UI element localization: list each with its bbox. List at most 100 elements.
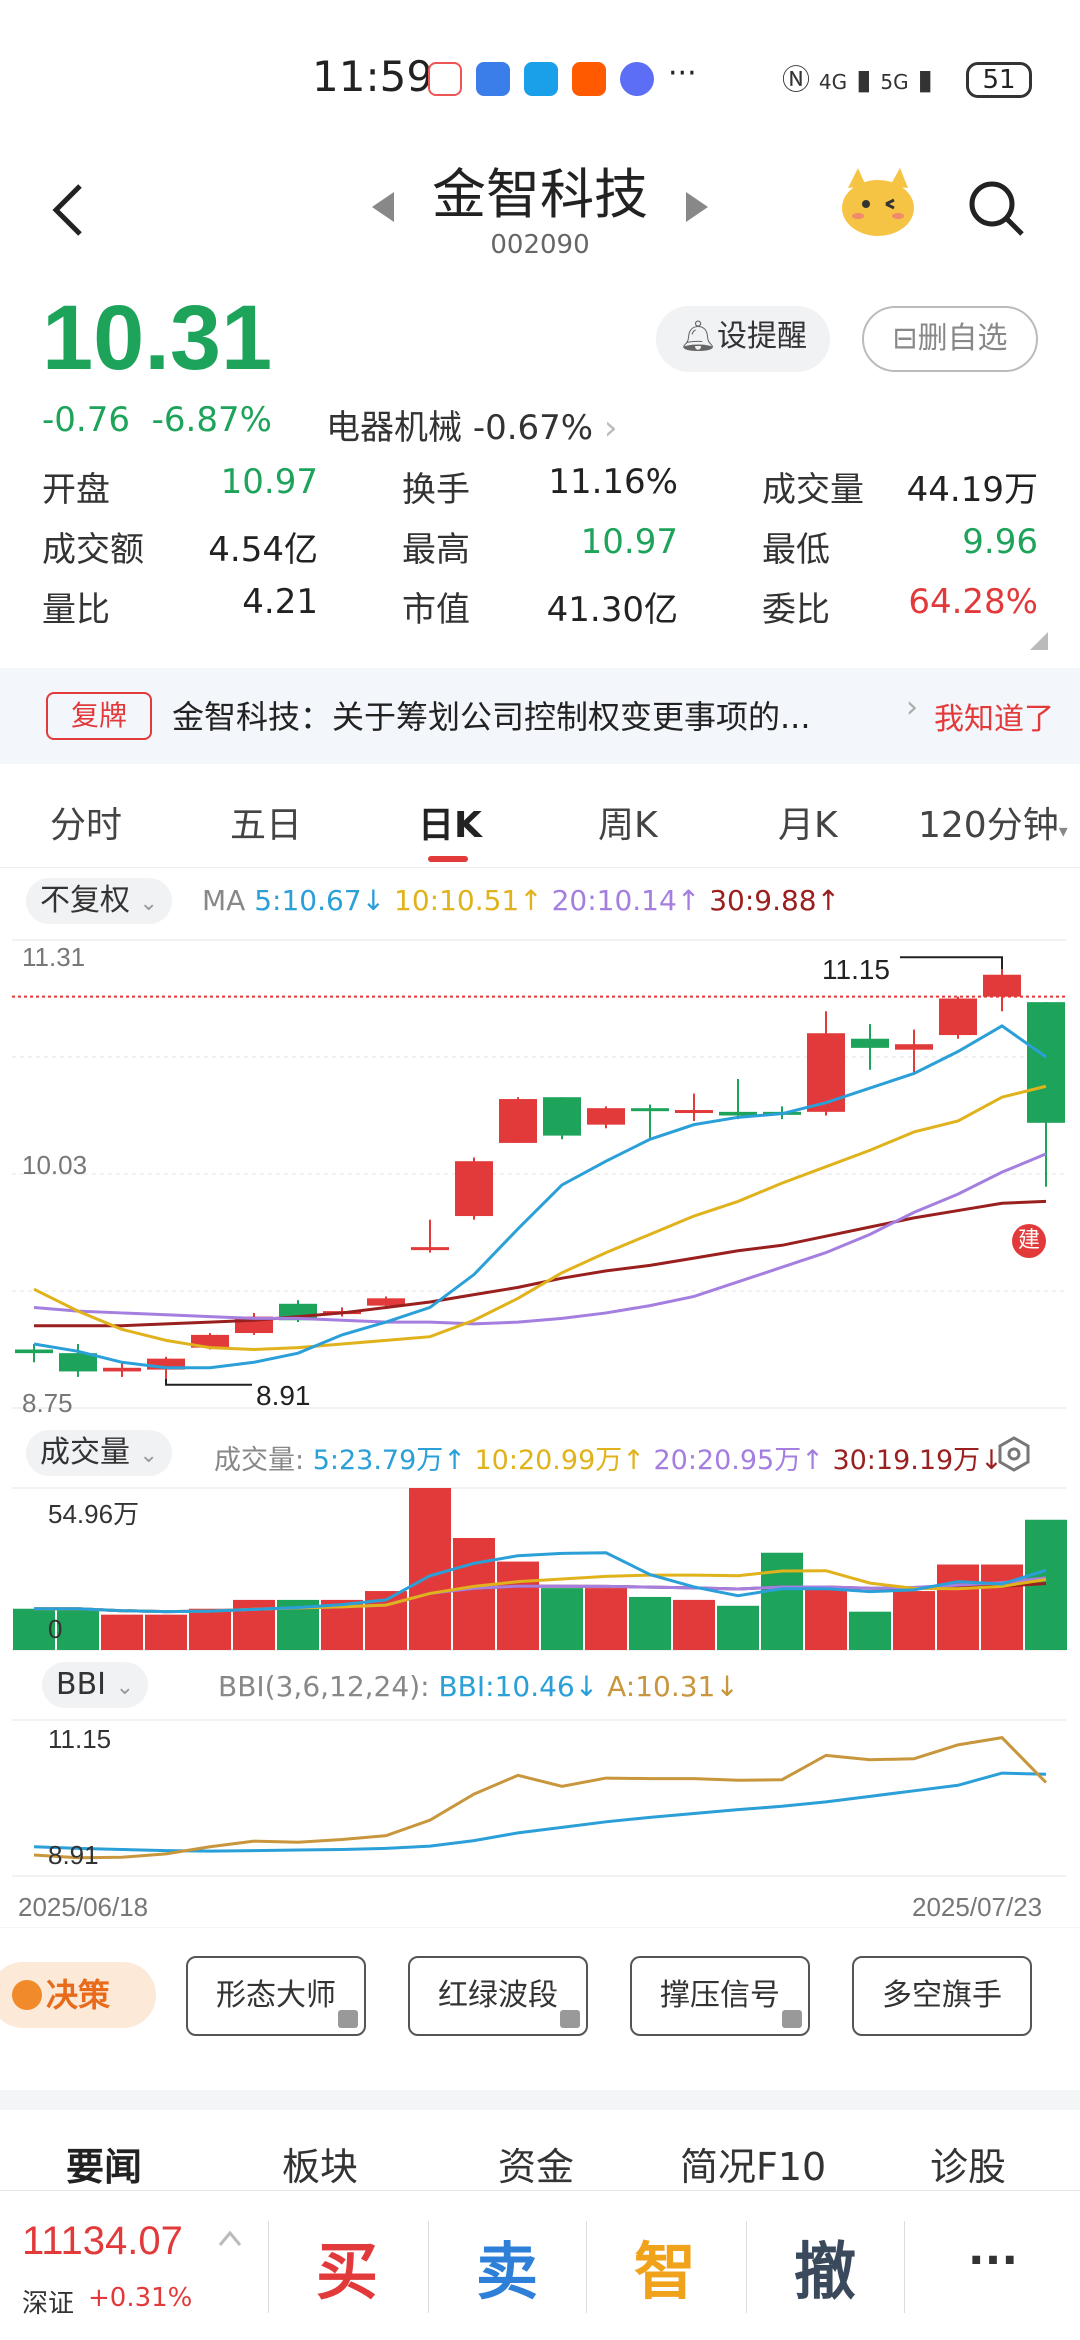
stock-app-icon	[476, 62, 510, 96]
stat-label: 量比	[42, 590, 110, 630]
stat-label: 最高	[402, 530, 470, 570]
tool-label: 形态大师	[216, 1978, 336, 2013]
minus-box-icon: ⊟	[892, 321, 918, 356]
kline-y-bottom: 8.75	[22, 1388, 73, 1418]
remove-watchlist-button[interactable]: ⊟删自选	[862, 306, 1038, 372]
stat-label: 换手	[402, 470, 470, 510]
sell-button[interactable]: 卖	[432, 2221, 582, 2311]
notice-text[interactable]: 金智科技：关于筹划公司控制权变更事项的...	[172, 692, 811, 738]
resume-tag: 复牌	[46, 692, 152, 740]
bbi-dropdown[interactable]: BBI ⌄	[42, 1662, 148, 1708]
mascot-icon[interactable]	[838, 164, 918, 240]
more-button[interactable]: ···	[918, 2235, 1068, 2286]
stat-value: 4.21	[242, 582, 318, 622]
tool-pattern-master[interactable]: 形态大师	[186, 1956, 366, 2036]
volume-bar	[937, 1564, 979, 1650]
huawei-app-icon	[428, 62, 462, 96]
signal-icon: ▮	[917, 63, 933, 96]
volume-bar	[541, 1588, 583, 1650]
stock-header: 金智科技 002090	[0, 150, 1080, 280]
lock-icon	[560, 2010, 580, 2028]
vol-ma5: 5:23.79万↑	[312, 1445, 466, 1476]
volume-bar	[717, 1605, 759, 1650]
decision-button[interactable]: 决策	[0, 1962, 156, 2028]
bbi-label: BBI	[56, 1667, 107, 1702]
stat-label: 委比	[762, 590, 830, 630]
signal-icon: ▮	[856, 63, 872, 96]
expand-corner-icon[interactable]	[1030, 632, 1048, 650]
stat-item: 成交额 4.54亿	[42, 522, 318, 570]
volume-bar	[585, 1588, 627, 1650]
tab-sector[interactable]: 板块	[282, 2136, 358, 2191]
tool-red-green-wave[interactable]: 红绿波段	[408, 1956, 588, 2036]
tool-label: 红绿波段	[438, 1978, 558, 2013]
tab-120min[interactable]: 120分钟▾	[918, 796, 1068, 848]
sector-link[interactable]: 电器机械 -0.67% ›	[326, 400, 618, 449]
tab-intraday[interactable]: 分时	[50, 796, 122, 848]
volume-label: 成交量	[40, 1435, 130, 1470]
kline-chart[interactable]	[0, 868, 1080, 1928]
stat-value: 9.96	[962, 522, 1038, 562]
stat-value: 4.54亿	[208, 530, 318, 570]
tab-monthly-k[interactable]: 月K	[778, 796, 838, 848]
stat-label: 最低	[762, 530, 830, 570]
smart-button[interactable]: 智	[590, 2221, 740, 2311]
sector-name: 电器机械	[326, 408, 462, 448]
divider	[268, 2221, 269, 2313]
chevron-right-icon: ›	[906, 690, 918, 725]
tab-daily-k[interactable]: 日K	[418, 796, 482, 848]
volume-dropdown[interactable]: 成交量 ⌄	[26, 1430, 172, 1476]
tool-long-short-flag[interactable]: 多空旗手	[852, 1956, 1032, 2036]
candle-body	[587, 1108, 625, 1125]
stat-value: 11.16%	[548, 462, 678, 502]
volume-bar	[101, 1614, 143, 1650]
kline-high-mark: 11.15	[822, 954, 890, 985]
chevron-up-icon[interactable]	[218, 2229, 242, 2247]
tab-news[interactable]: 要闻	[66, 2136, 142, 2191]
candle-body	[543, 1097, 581, 1136]
next-stock-icon[interactable]	[684, 190, 710, 224]
bell-icon: 🔔︎	[678, 319, 718, 354]
date-start: 2025/06/18	[18, 1892, 149, 1922]
tab-weekly-k[interactable]: 周K	[598, 796, 658, 848]
tab-five-day[interactable]: 五日	[230, 796, 302, 848]
tab-f10[interactable]: 简况F10	[680, 2136, 826, 2191]
buy-button[interactable]: 买	[272, 2221, 422, 2311]
stat-label: 成交量	[762, 470, 864, 510]
lock-icon	[338, 2010, 358, 2028]
status-bar: 11:59 ··· Ⓝ 4G ▮ 5G ▮ 51	[0, 0, 1080, 150]
index-value[interactable]: 11134.07	[22, 2219, 183, 2264]
cancel-order-button[interactable]: 撤	[750, 2221, 900, 2311]
candle-body	[675, 1110, 713, 1114]
battery-icon: 51	[966, 62, 1032, 98]
search-icon[interactable]	[966, 178, 1026, 238]
acknowledge-button[interactable]: 我知道了	[934, 694, 1054, 738]
notice-bar[interactable]: 复牌 金智科技：关于筹划公司控制权变更事项的... › 我知道了	[0, 668, 1080, 764]
chevron-down-icon: ▾	[1058, 821, 1068, 842]
bbi-y-top: 11.15	[48, 1724, 112, 1754]
stat-item: 市值 41.30亿	[402, 582, 678, 630]
date-end: 2025/07/23	[912, 1892, 1043, 1922]
stat-label: 市值	[402, 590, 470, 630]
set-alert-label: 设提醒	[717, 319, 808, 354]
set-alert-button[interactable]: 🔔︎设提醒	[656, 306, 830, 372]
volume-bar	[145, 1614, 187, 1650]
candle-body	[851, 1038, 889, 1048]
build-position-badge[interactable]: 建	[1012, 1224, 1046, 1258]
divider	[746, 2221, 747, 2313]
tab-diagnose[interactable]: 诊股	[930, 2136, 1006, 2191]
stat-value: 10.97	[580, 522, 678, 562]
tab-funds[interactable]: 资金	[498, 2136, 574, 2191]
volume-bar	[497, 1561, 539, 1650]
decision-toolbar: 决策 形态大师 红绿波段 撑压信号 多空旗手	[0, 1940, 1080, 2050]
network-4g: 4G	[818, 70, 848, 94]
search-app-icon	[524, 62, 558, 96]
settings-icon[interactable]	[996, 1436, 1032, 1472]
vol-ma30: 30:19.19万↓	[832, 1445, 1003, 1476]
bbi-params: BBI(3,6,12,24):	[218, 1670, 430, 1703]
vol-prefix: 成交量:	[214, 1445, 305, 1476]
volume-bar	[57, 1608, 99, 1650]
candle-body	[103, 1367, 141, 1372]
tool-support-resistance[interactable]: 撑压信号	[630, 1956, 810, 2036]
stat-value: 10.97	[220, 462, 318, 502]
